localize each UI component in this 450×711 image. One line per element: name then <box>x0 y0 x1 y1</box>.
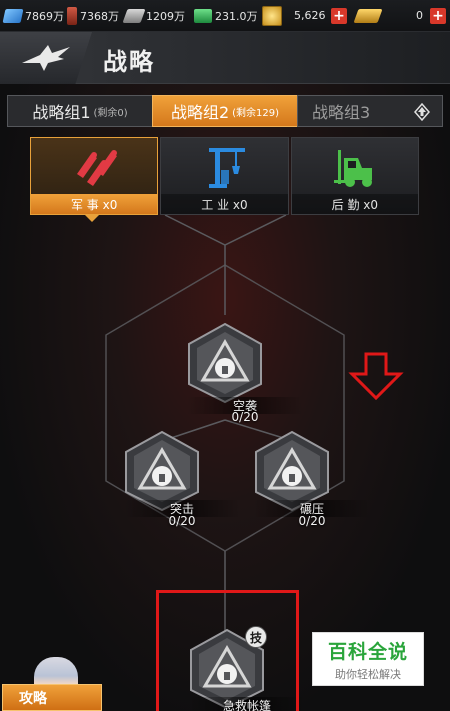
coin-resource <box>262 0 285 32</box>
category-label: 后 勤 x0 <box>291 194 418 214</box>
air-raid-icon <box>188 322 262 404</box>
category-industry[interactable]: 工 业 x0 <box>160 137 289 215</box>
oil-value: 7368万 <box>80 9 119 23</box>
category-military[interactable]: 军 事 x0 <box>30 137 159 215</box>
eagle-icon <box>22 45 70 71</box>
steel-icon <box>122 8 146 23</box>
watermark-title: 百科全说 <box>327 640 408 663</box>
cash-icon <box>194 8 212 23</box>
tab-strategy-group-1[interactable]: 战略组1 (剩余0) <box>7 95 153 127</box>
guide-button[interactable]: 攻略 <box>2 684 102 711</box>
strategy-group-tabs: 战略组1 (剩余0) 战略组2 (剩余129) 战略组3 <box>7 95 444 127</box>
node-count-assault: 0/20 <box>168 514 196 528</box>
node-count-crush: 0/20 <box>298 514 326 528</box>
tab-label: 战略组3 <box>312 103 371 122</box>
skill-node-air-raid[interactable] <box>187 322 263 404</box>
crystal-value: 7869万 <box>25 9 64 23</box>
cash-resource: 231.0万 <box>194 0 258 32</box>
tab-strategy-group-3[interactable]: 战略组3 <box>297 95 443 127</box>
category-label: 军 事 x0 <box>31 194 158 214</box>
coin-value: 5,626 <box>294 9 326 22</box>
gold-value: 0 <box>416 9 423 22</box>
resource-bar: 7869万 7368万 1209万 231.0万 5,626 + 0 + <box>0 0 450 32</box>
crane-icon <box>209 148 246 188</box>
steel-value: 1209万 <box>146 9 185 23</box>
gold-amount: 0 <box>416 0 423 32</box>
crystal-icon <box>2 8 24 23</box>
oil-icon <box>67 6 77 25</box>
tab-label: 战略组1 <box>32 103 91 122</box>
node-count-air-raid: 0/20 <box>231 410 259 424</box>
coin-add-wrap: + <box>331 0 347 32</box>
watermark: 百科全说 助你轻松解决 <box>312 632 424 686</box>
add-coin-button[interactable]: + <box>331 7 347 24</box>
crystal-resource: 7869万 <box>2 0 64 32</box>
down-arrow-icon <box>348 352 404 400</box>
highlight-box <box>156 590 299 711</box>
gold-add-wrap: + <box>430 0 446 32</box>
category-logistics[interactable]: 后 勤 x0 <box>290 137 419 215</box>
forklift-icon <box>333 150 372 187</box>
page-header: 战略 <box>0 32 450 84</box>
guide-widget[interactable]: 攻略 <box>0 655 110 711</box>
tab-remaining: (剩余129) <box>232 107 280 119</box>
tab-strategy-group-2[interactable]: 战略组2 (剩余129) <box>152 95 298 127</box>
add-gold-button[interactable]: + <box>430 7 446 24</box>
watermark-subtitle: 助你轻松解决 <box>335 667 401 681</box>
category-label: 工 业 x0 <box>161 194 288 214</box>
coin-icon <box>262 5 282 26</box>
oil-resource: 7368万 <box>67 0 119 32</box>
gold-bar-icon <box>353 8 383 23</box>
gold-resource <box>353 0 383 32</box>
category-cards: 军 事 x0 工 业 x0 后 勤 x0 <box>30 137 421 215</box>
tab-remaining: (剩余0) <box>93 107 128 119</box>
missiles-icon <box>77 150 117 186</box>
up-arrow-icon <box>414 103 430 121</box>
coin-amount: 5,626 <box>294 0 326 32</box>
cash-value: 231.0万 <box>215 9 258 23</box>
back-button[interactable] <box>0 32 92 84</box>
page-title: 战略 <box>103 48 155 76</box>
steel-resource: 1209万 <box>122 0 185 32</box>
tab-label: 战略组2 <box>170 103 230 122</box>
